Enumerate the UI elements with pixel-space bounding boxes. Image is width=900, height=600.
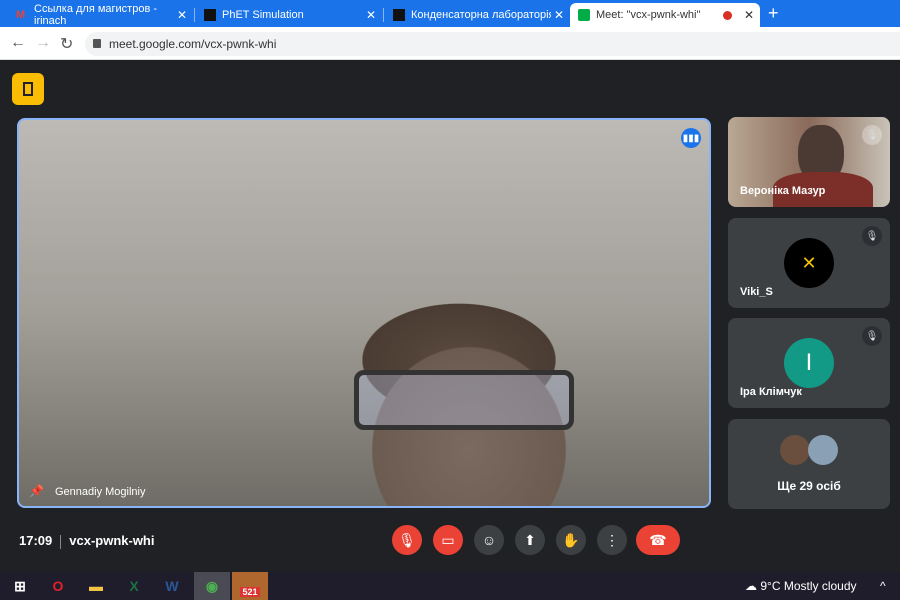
tab-bar: M Ссылка для магистров - irinach ✕ PhET Si… [0,0,900,27]
gmail-icon: M [16,9,26,21]
avatar: ✕ [784,238,834,288]
address-bar: ← → ↻ meet.google.com/vcx-pwnk-whi [0,27,900,60]
mic-off-icon: 🎙 [862,326,882,346]
participant-tile[interactable]: 🎙 Вероніка Мазур [728,117,890,207]
close-tab-icon[interactable]: ✕ [177,8,187,22]
more-options-button[interactable]: ⋮ [597,525,627,555]
meeting-controls: 17:09 vcx-pwnk-whi 🎙 ▭ ☺ ⬆ ✋ ⋮ ☎ [0,520,900,570]
tab-gmail[interactable]: M Ссылка для магистров - irinach ✕ [8,3,193,27]
url-input[interactable]: meet.google.com/vcx-pwnk-whi [85,32,900,56]
avatar: I [784,338,834,388]
tab-meet[interactable]: Meet: "vcx-pwnk-whi" ✕ [570,3,760,27]
participant-tile[interactable]: 🎙 I Іра Клімчук [728,318,890,408]
mic-off-icon: 🎙 [862,125,882,145]
end-call-button[interactable]: ☎ [636,525,680,555]
mic-off-icon: 🎙 [862,226,882,246]
cloud-icon: ☁ [745,579,761,593]
windows-start-icon[interactable]: ⊞ [2,572,38,600]
tab-capacitor-lab[interactable]: Конденсаторна лабораторія - I✕ [385,3,570,27]
forward-icon[interactable]: → [35,34,51,52]
avatar [808,435,838,465]
word-icon[interactable]: W [154,572,190,600]
speaking-indicator-icon: ▮▮▮ [681,128,701,148]
lock-icon [93,39,101,48]
meeting-time: 17:09 [19,533,53,548]
more-participants-label: Ще 29 осіб [777,479,841,493]
close-tab-icon[interactable]: ✕ [366,8,376,22]
weather-widget[interactable]: ☁ 9°C Mostly cloudy [745,579,857,593]
back-icon[interactable]: ← [10,34,26,52]
main-video: ▮▮▮ 📌 Gennadiy Mogilniy [17,118,711,508]
more-participants-tile[interactable]: Ще 29 осіб [728,419,890,509]
phet-icon [393,9,405,21]
opera-icon[interactable]: O [40,572,76,600]
participant-tile[interactable]: 🎙 ✕ Viki_S [728,218,890,308]
new-tab-button[interactable]: + [768,3,779,24]
camera-off-button[interactable]: ▭ [433,525,463,555]
participant-name: Viki_S [740,286,773,298]
phet-icon [204,9,216,21]
telegram-icon[interactable]: 521 [232,572,268,600]
participant-name: Gennadiy Mogilniy [55,486,146,498]
raise-hand-button[interactable]: ✋ [556,525,586,555]
emoji-button[interactable]: ☺ [474,525,504,555]
reload-icon[interactable]: ↻ [60,34,73,54]
close-tab-icon[interactable]: ✕ [554,8,564,22]
meeting-door-icon[interactable] [12,73,44,105]
file-explorer-icon[interactable]: ▬ [78,572,114,600]
meet-icon [578,9,590,21]
close-tab-icon[interactable]: ✕ [744,8,754,22]
taskbar: ⊞ O ▬ X W ◉ 521 ☁ 9°C Mostly cloudy ^ [0,572,900,600]
tab-phet[interactable]: PhET Simulation ✕ [196,3,382,27]
meeting-code: vcx-pwnk-whi [69,533,155,548]
recording-icon [723,10,732,20]
pin-icon[interactable]: 📌 [29,484,44,498]
mic-off-button[interactable]: 🎙 [392,525,422,555]
video-subject [354,370,574,430]
excel-icon[interactable]: X [116,572,152,600]
present-button[interactable]: ⬆ [515,525,545,555]
tray-chevron-icon[interactable]: ^ [880,579,886,593]
chrome-icon[interactable]: ◉ [194,572,230,600]
participant-name: Вероніка Мазур [740,185,826,197]
avatar [780,435,810,465]
participant-name: Іра Клімчук [740,386,802,398]
notification-badge: 521 [240,587,260,597]
